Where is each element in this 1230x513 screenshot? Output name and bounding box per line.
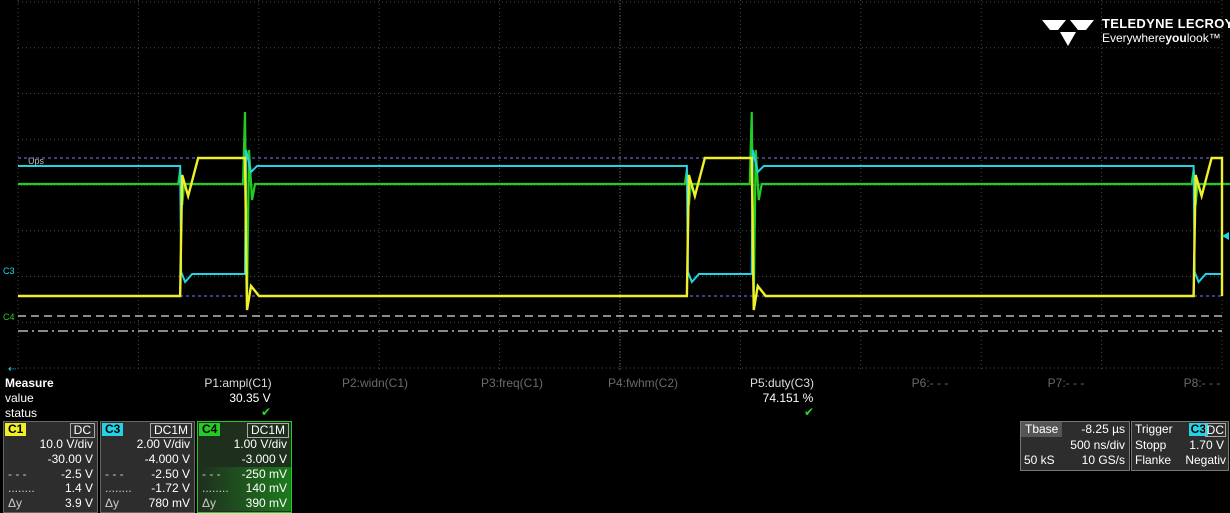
c3-ground-marker[interactable]: C3 — [3, 266, 15, 276]
channel-c3-tag: C3 — [102, 423, 124, 436]
timebase-tdiv: 500 ns/div — [1070, 437, 1125, 452]
trigger-coupling: DC — [1204, 423, 1226, 437]
param-p1[interactable]: P1:ampl(C1) — [158, 376, 318, 390]
measure-status-label: status — [5, 406, 38, 420]
channel-c3-delta: 780 mV — [148, 496, 190, 511]
channel-c1-delta: 3.9 V — [64, 496, 93, 511]
channel-c3-offset: -4.000 V — [144, 451, 190, 466]
timebase-box[interactable]: Tbase -8.25 µs 500 ns/div 50 kS 10 GS/s — [1020, 421, 1130, 471]
channel-c3-coupling: DC1M — [149, 423, 192, 438]
timebase-title: Tbase — [1021, 422, 1063, 437]
channel-c1-vdiv: 10.0 V/div — [39, 437, 93, 451]
c4-ground-marker[interactable]: C4 — [3, 312, 15, 322]
param-p1-value: 30.35 V — [229, 391, 271, 405]
channel-c4-box[interactable]: C4 DC1M 1.00 V/div -3.000 V - - - -250 mV… — [197, 421, 292, 513]
trigger-box[interactable]: Trigger C3 DC Stopp 1.70 V Flanke Negati… — [1131, 421, 1229, 471]
trigger-position-arrow-icon[interactable]: ⇠ — [8, 364, 16, 375]
teledyne-lecroy-logo: TELEDYNE LECROY Everywhereyoulook™ — [1040, 14, 1230, 50]
trigger-mode: Stopp — [1135, 437, 1167, 452]
teledyne-logo-icon — [1042, 20, 1094, 46]
channel-c4-delta-label: Δy — [202, 496, 217, 511]
channel-c3-vdiv: 2.00 V/div — [136, 437, 190, 451]
param-p2[interactable]: P2:widn(C1) — [295, 376, 455, 390]
trigger-slope: Negativ — [1185, 453, 1226, 467]
channel-c1-box[interactable]: C1 DC 10.0 V/div -30.00 V - - - -2.5 V ..… — [3, 421, 98, 513]
channel-c4-tag: C4 — [199, 423, 221, 436]
channel-c4-delta: 390 mV — [245, 496, 287, 511]
channel-c4-cursor1: -250 mV — [241, 466, 287, 481]
trigger-title: Trigger — [1135, 422, 1173, 436]
timebase-samples: 50 kS — [1024, 453, 1055, 467]
measure-value-label: value — [5, 391, 34, 405]
channel-c1-coupling: DC — [69, 423, 95, 438]
brand-tagline: Everywhereyoulook™ — [1102, 31, 1221, 45]
timebase-delay: -8.25 µs — [1081, 422, 1125, 436]
channel-c1-offset: -30.00 V — [47, 451, 93, 466]
channel-c3-cursor1: -2.50 V — [151, 466, 190, 481]
trigger-slope-label: Flanke — [1135, 453, 1172, 467]
timebase-rate: 10 GS/s — [1081, 453, 1125, 467]
channel-c4-coupling: DC1M — [246, 423, 289, 438]
channel-c3-delta-label: Δy — [105, 496, 120, 511]
channel-c3-cursor2: -1.72 V — [151, 481, 190, 496]
waveform-display[interactable]: C3 C4 Ups ⇠ — [0, 0, 1230, 376]
brand-name: TELEDYNE LECROY — [1102, 16, 1230, 31]
param-p5-status: ✔ — [803, 405, 815, 419]
measure-table[interactable]: Measure value status P1:ampl(C1) 30.35 V… — [0, 376, 1230, 420]
channel-c4-cursor2: 140 mV — [245, 481, 287, 496]
cursor-marker-label: Ups — [28, 156, 45, 166]
channel-c1-cursor2: 1.4 V — [64, 481, 93, 496]
measure-title: Measure — [5, 376, 54, 390]
channel-c4-vdiv: 1.00 V/div — [233, 437, 287, 451]
channel-c3-box[interactable]: C3 DC1M 2.00 V/div -4.000 V - - - -2.50 V… — [100, 421, 195, 513]
channel-c1-delta-label: Δy — [8, 496, 23, 511]
param-p4[interactable]: P4:fwhm(C2) — [563, 376, 723, 390]
trigger-level: 1.70 V — [1189, 437, 1224, 452]
channel-c1-cursor1: -2.5 V — [60, 466, 93, 481]
param-p5-value: 74.151 % — [762, 391, 814, 405]
param-p5[interactable]: P5:duty(C3) — [702, 376, 862, 390]
channel-c4-offset: -3.000 V — [241, 451, 287, 466]
channel-c1-tag: C1 — [5, 423, 27, 436]
param-p8[interactable]: P8:- - - — [1122, 376, 1230, 390]
param-p1-status: ✔ — [260, 405, 272, 419]
